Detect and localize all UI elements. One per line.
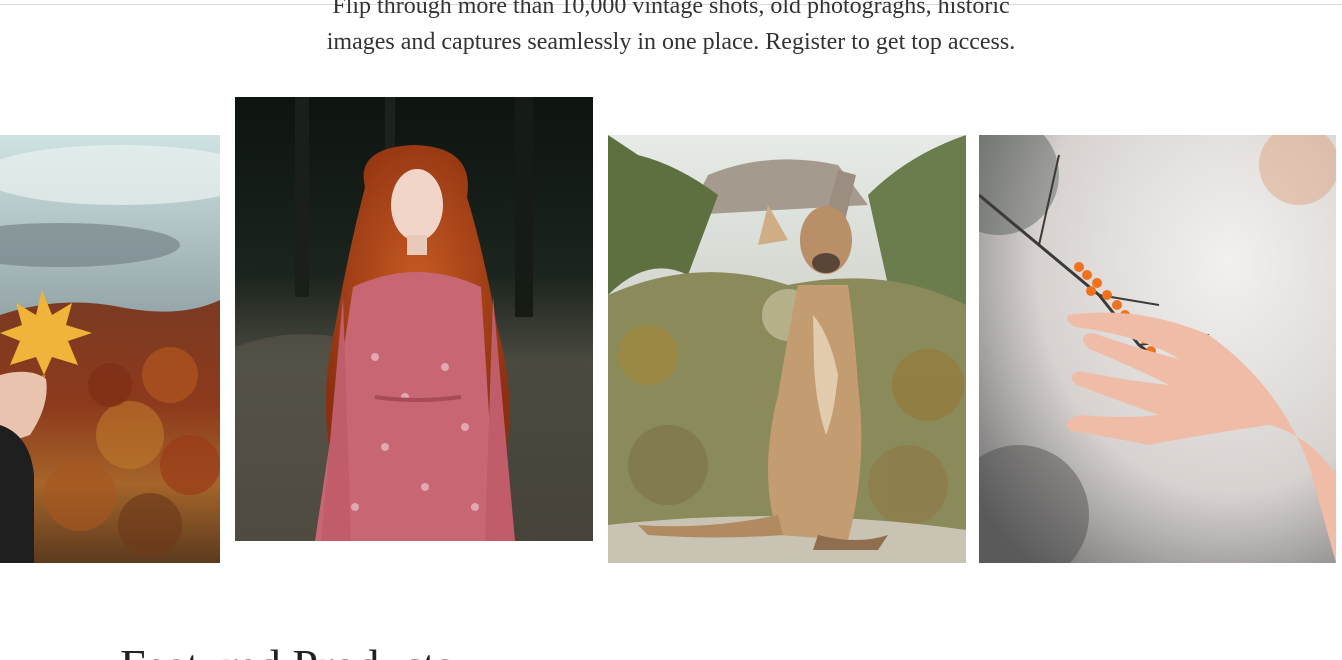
- kangaroo-photo: [608, 135, 966, 563]
- featured-products-heading: Featured Products: [120, 640, 453, 660]
- gallery-photo-portrait[interactable]: [235, 97, 593, 541]
- gallery-photo-autumn[interactable]: [0, 135, 220, 563]
- hand-with-orange-berries-photo: [979, 135, 1336, 563]
- gallery-photo-kangaroo[interactable]: [608, 135, 966, 563]
- page: Flip through more than 10,000 vintage sh…: [0, 0, 1342, 660]
- photo-gallery: [0, 0, 1342, 600]
- red-haired-woman-portrait-photo: [235, 97, 593, 541]
- gallery-photo-berries[interactable]: [979, 135, 1336, 563]
- autumn-leaf-landscape-photo: [0, 135, 220, 563]
